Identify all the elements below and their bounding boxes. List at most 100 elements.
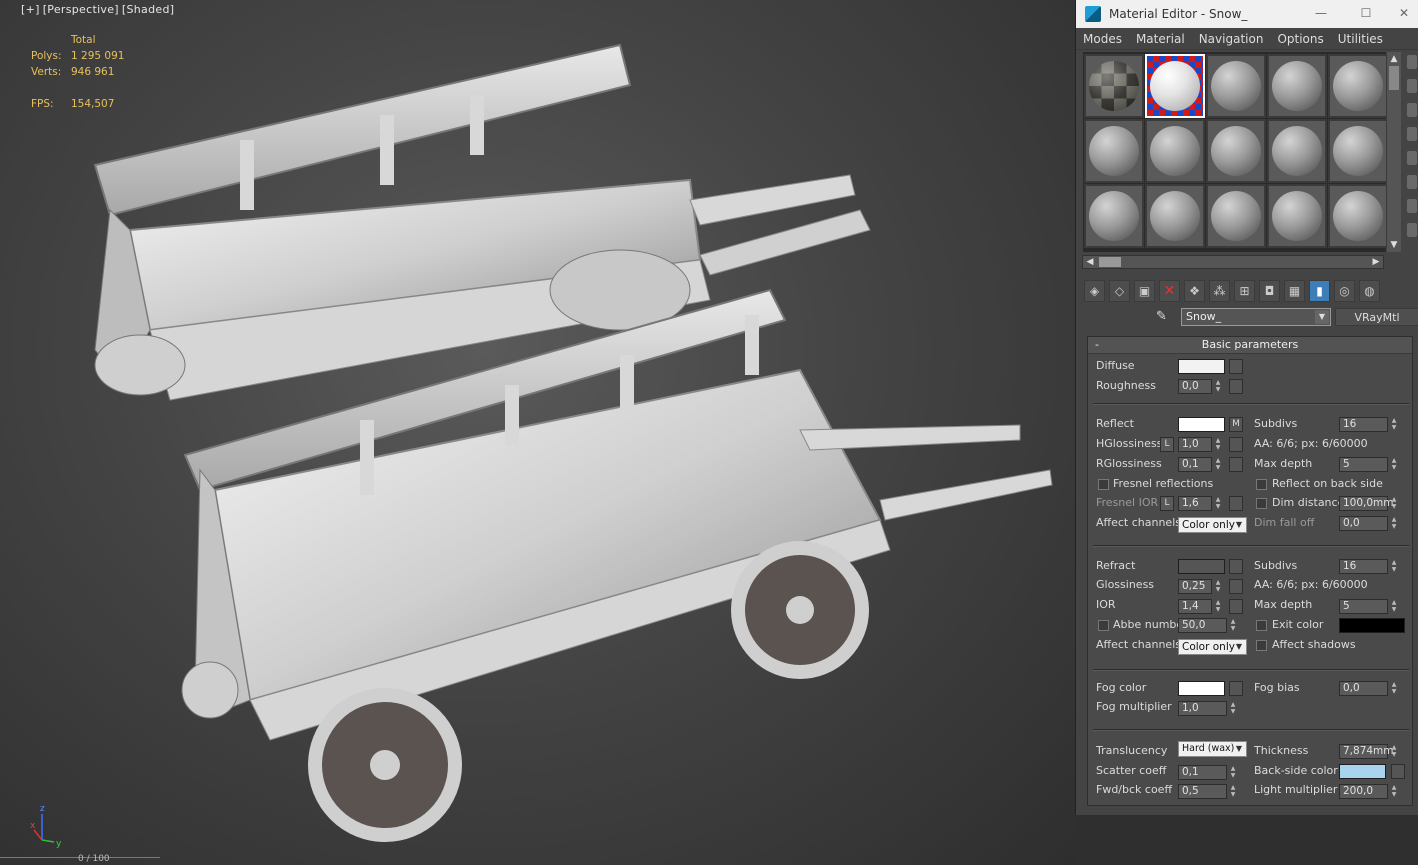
reflect-color-swatch[interactable] bbox=[1178, 417, 1225, 432]
menu-options[interactable]: Options bbox=[1277, 32, 1323, 46]
spinner-arrows-icon[interactable]: ▲ ▼ bbox=[1389, 417, 1399, 432]
options-icon[interactable] bbox=[1407, 199, 1417, 213]
hglossiness-map-button[interactable] bbox=[1229, 437, 1243, 452]
perspective-viewport[interactable]: [+] [Perspective] [Shaded] Total Polys: 1 2… bbox=[0, 0, 1076, 865]
spinner-arrows-icon[interactable]: ▲ ▼ bbox=[1389, 559, 1399, 574]
spinner-arrows-icon[interactable]: ▲ ▼ bbox=[1213, 437, 1223, 452]
affect-channels-dropdown[interactable]: Color only ▼ bbox=[1178, 517, 1247, 533]
fog-color-map-button[interactable] bbox=[1229, 681, 1243, 696]
affect-channels-2-dropdown[interactable]: Color only ▼ bbox=[1178, 639, 1247, 655]
fwd-bck-spinner[interactable]: 0,5 ▲ ▼ bbox=[1178, 784, 1235, 799]
sample-slot-9[interactable] bbox=[1267, 119, 1327, 183]
exit-color-checkbox[interactable] bbox=[1256, 620, 1267, 631]
make-unique-icon[interactable]: ⁂ bbox=[1209, 280, 1230, 302]
spinner-arrows-icon[interactable]: ▲ ▼ bbox=[1389, 496, 1399, 511]
back-side-color-map-button[interactable] bbox=[1391, 764, 1405, 779]
hglossiness-spinner[interactable]: 1,0 ▲ ▼ bbox=[1178, 437, 1220, 452]
back-side-color-swatch[interactable] bbox=[1339, 764, 1386, 779]
dim-distance-checkbox[interactable] bbox=[1256, 498, 1267, 509]
affect-shadows-checkbox[interactable] bbox=[1256, 640, 1267, 651]
spinner-arrows-icon[interactable]: ▲ ▼ bbox=[1228, 784, 1238, 799]
assign-to-selection-icon[interactable]: ▣ bbox=[1134, 280, 1155, 302]
glossiness-map-button[interactable] bbox=[1229, 579, 1243, 594]
scroll-left-icon[interactable]: ◀ bbox=[1083, 256, 1097, 268]
translucency-dropdown[interactable]: Hard (wax) ▼ bbox=[1178, 741, 1247, 757]
chevron-down-icon[interactable]: ▼ bbox=[1315, 310, 1329, 324]
select-by-material-icon[interactable] bbox=[1407, 223, 1417, 237]
dim-falloff-spinner[interactable]: 0,0 ▲ ▼ bbox=[1339, 516, 1396, 531]
reflect-map-button[interactable]: M bbox=[1229, 417, 1243, 432]
spinner-arrows-icon[interactable]: ▲ ▼ bbox=[1389, 681, 1399, 696]
sample-slot-6[interactable] bbox=[1084, 119, 1144, 183]
slots-horizontal-scrollbar[interactable]: ◀ ▶ bbox=[1082, 255, 1384, 269]
get-material-icon[interactable]: ◈ bbox=[1084, 280, 1105, 302]
backlight-icon[interactable] bbox=[1407, 79, 1417, 93]
viewport-menu-view[interactable]: [Perspective] bbox=[43, 3, 119, 16]
scroll-thumb[interactable] bbox=[1389, 66, 1399, 90]
fresnel-ior-map-button[interactable] bbox=[1229, 496, 1243, 511]
scroll-up-icon[interactable]: ▲ bbox=[1387, 52, 1401, 66]
show-end-result-icon[interactable]: ▮ bbox=[1309, 280, 1330, 302]
menu-modes[interactable]: Modes bbox=[1083, 32, 1122, 46]
go-to-parent-icon[interactable]: ◎ bbox=[1334, 280, 1355, 302]
menu-navigation[interactable]: Navigation bbox=[1199, 32, 1264, 46]
reset-map-icon[interactable]: ✕ bbox=[1159, 280, 1180, 302]
fresnel-ior-lock-button[interactable]: L bbox=[1160, 496, 1174, 511]
material-type-button[interactable]: VRayMtl bbox=[1335, 308, 1418, 326]
put-to-library-icon[interactable]: ⊞ bbox=[1234, 280, 1255, 302]
roughness-spinner[interactable]: 0,0 ▲ ▼ bbox=[1178, 379, 1220, 394]
scroll-down-icon[interactable]: ▼ bbox=[1387, 238, 1401, 252]
sample-slot-5[interactable] bbox=[1328, 54, 1388, 118]
fresnel-checkbox[interactable] bbox=[1098, 479, 1109, 490]
sample-slot-12[interactable] bbox=[1145, 184, 1205, 248]
sample-slot-2-active[interactable] bbox=[1145, 54, 1205, 118]
maximize-icon[interactable]: ☐ bbox=[1359, 6, 1373, 20]
scroll-right-icon[interactable]: ▶ bbox=[1369, 256, 1383, 268]
sample-slot-10[interactable] bbox=[1328, 119, 1388, 183]
spinner-arrows-icon[interactable]: ▲ ▼ bbox=[1389, 744, 1399, 759]
spinner-arrows-icon[interactable]: ▲ ▼ bbox=[1213, 579, 1223, 594]
thickness-spinner[interactable]: 7,874mm ▲ ▼ bbox=[1339, 744, 1396, 759]
diffuse-color-swatch[interactable] bbox=[1178, 359, 1225, 374]
sample-type-icon[interactable] bbox=[1407, 55, 1417, 69]
viewport-menu-plus[interactable]: [+] bbox=[21, 3, 40, 16]
spinner-arrows-icon[interactable]: ▲ ▼ bbox=[1228, 701, 1238, 716]
spinner-arrows-icon[interactable]: ▲ ▼ bbox=[1389, 516, 1399, 531]
fog-multiplier-spinner[interactable]: 1,0 ▲ ▼ bbox=[1178, 701, 1235, 716]
refr-max-depth-spinner[interactable]: 5 ▲ ▼ bbox=[1339, 599, 1396, 614]
time-slider[interactable]: 0 / 100 bbox=[0, 854, 160, 865]
scatter-coeff-spinner[interactable]: 0,1 ▲ ▼ bbox=[1178, 765, 1235, 780]
abbe-checkbox[interactable] bbox=[1098, 620, 1109, 631]
spinner-arrows-icon[interactable]: ▲ ▼ bbox=[1228, 765, 1238, 780]
refr-subdivs-spinner[interactable]: 16 ▲ ▼ bbox=[1339, 559, 1396, 574]
sample-slot-1[interactable] bbox=[1084, 54, 1144, 118]
light-multiplier-spinner[interactable]: 200,0 ▲ ▼ bbox=[1339, 784, 1396, 799]
material-id-channel-icon[interactable]: ◘ bbox=[1259, 280, 1280, 302]
dim-distance-spinner[interactable]: 100,0mm ▲ ▼ bbox=[1339, 496, 1396, 511]
menu-utilities[interactable]: Utilities bbox=[1338, 32, 1383, 46]
hscroll-thumb[interactable] bbox=[1099, 257, 1121, 267]
material-name-field[interactable]: Snow_ ▼ bbox=[1181, 308, 1331, 326]
viewport-menu-shading[interactable]: [Shaded] bbox=[122, 3, 174, 16]
sample-slot-14[interactable] bbox=[1267, 184, 1327, 248]
reflect-back-checkbox[interactable] bbox=[1256, 479, 1267, 490]
sample-slot-7[interactable] bbox=[1145, 119, 1205, 183]
spinner-arrows-icon[interactable]: ▲ ▼ bbox=[1213, 599, 1223, 614]
refl-max-depth-spinner[interactable]: 5 ▲ ▼ bbox=[1339, 457, 1396, 472]
title-bar[interactable]: Material Editor - Snow_ — ☐ ✕ bbox=[1076, 0, 1418, 28]
sample-slot-4[interactable] bbox=[1267, 54, 1327, 118]
fresnel-ior-spinner[interactable]: 1,6 ▲ ▼ bbox=[1178, 496, 1220, 511]
glossiness-spinner[interactable]: 0,25 ▲ ▼ bbox=[1178, 579, 1220, 594]
refl-subdivs-spinner[interactable]: 16 ▲ ▼ bbox=[1339, 417, 1396, 432]
sample-slot-11[interactable] bbox=[1084, 184, 1144, 248]
spinner-arrows-icon[interactable]: ▲ ▼ bbox=[1213, 457, 1223, 472]
diffuse-map-button[interactable] bbox=[1229, 359, 1243, 374]
exit-color-swatch[interactable] bbox=[1339, 618, 1405, 633]
rollout-header[interactable]: - Basic parameters bbox=[1088, 337, 1412, 354]
rglossiness-map-button[interactable] bbox=[1229, 457, 1243, 472]
collapse-icon[interactable]: - bbox=[1095, 337, 1099, 353]
spinner-arrows-icon[interactable]: ▲ ▼ bbox=[1228, 618, 1238, 633]
menu-material[interactable]: Material bbox=[1136, 32, 1185, 46]
spinner-arrows-icon[interactable]: ▲ ▼ bbox=[1213, 496, 1223, 511]
sample-slot-8[interactable] bbox=[1206, 119, 1266, 183]
